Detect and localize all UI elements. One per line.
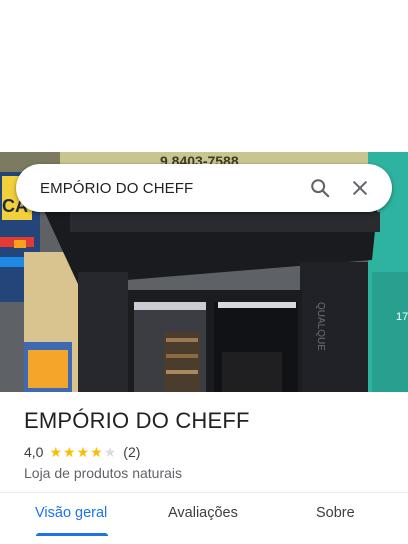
review-count[interactable]: (2) xyxy=(123,444,140,460)
star-icon: ★ xyxy=(90,444,103,460)
building-number-text: 17 xyxy=(396,311,408,323)
tab-reviews[interactable]: Avaliações xyxy=(168,505,238,521)
wall-text: QUALQUE xyxy=(315,302,326,351)
close-icon xyxy=(353,181,367,195)
tab-overview[interactable]: Visão geral xyxy=(35,505,107,521)
star-icon: ★ xyxy=(76,444,90,460)
star-empty-icon: ★ xyxy=(103,444,117,460)
tab-about[interactable]: Sobre xyxy=(316,505,355,521)
star-rating: ★ ★ ★ ★ ★ xyxy=(49,445,117,459)
star-icon: ★ xyxy=(63,444,76,460)
close-button[interactable] xyxy=(340,168,380,208)
search-input[interactable]: EMPÓRIO DO CHEFF xyxy=(40,180,300,197)
rating-row[interactable]: 4,0 ★ ★ ★ ★ ★ (2) xyxy=(24,444,140,460)
tab-bar: Visão geral Avaliações Sobre xyxy=(0,493,408,544)
map-blank-area xyxy=(0,0,408,152)
rating-value: 4,0 xyxy=(24,444,44,460)
star-icon: ★ xyxy=(49,444,63,460)
active-tab-indicator xyxy=(36,533,108,536)
search-bar[interactable]: EMPÓRIO DO CHEFF xyxy=(16,164,392,212)
search-icon xyxy=(311,179,330,198)
place-category: Loja de produtos naturais xyxy=(24,465,182,481)
place-title: EMPÓRIO DO CHEFF xyxy=(24,408,250,433)
search-button[interactable] xyxy=(300,168,340,208)
